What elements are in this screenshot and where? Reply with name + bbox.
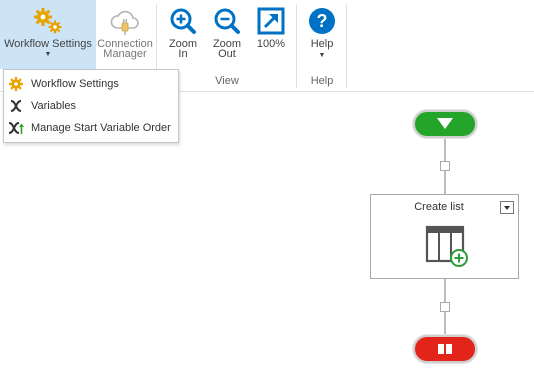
help-label: Help xyxy=(310,38,334,50)
menu-item-manage-start-variable-order[interactable]: Manage Start Variable Order xyxy=(4,117,178,139)
chevron-down-icon xyxy=(504,206,510,210)
connection-manager-button[interactable]: Connection Manager xyxy=(96,0,154,70)
action-menu-button[interactable] xyxy=(500,201,514,214)
menu-item-label: Variables xyxy=(31,100,77,112)
workflow-designer: Workflow Settings ▼ Connection Manager Z… xyxy=(0,0,534,372)
zoom-100-label: 100% xyxy=(256,38,286,50)
workflow-start-node[interactable] xyxy=(413,110,477,138)
workflow-settings-label: Workflow Settings xyxy=(4,38,92,50)
zoom-out-icon xyxy=(211,6,243,36)
group-label-view: View xyxy=(215,75,239,87)
menu-item-label: Manage Start Variable Order xyxy=(31,122,171,134)
chevron-down-icon: ▼ xyxy=(44,51,52,58)
insert-point[interactable] xyxy=(440,161,450,171)
chevron-down-icon: ▼ xyxy=(318,52,326,59)
menu-item-variables[interactable]: Variables xyxy=(4,95,178,117)
svg-text:?: ? xyxy=(317,11,328,31)
zoom-in-label-line2: In xyxy=(178,48,188,60)
stop-icon xyxy=(438,344,452,354)
help-icon: ? xyxy=(306,6,338,36)
group-label-help: Help xyxy=(310,75,334,87)
zoom-out-button[interactable]: Zoom Out xyxy=(205,0,249,70)
action-title: Create list xyxy=(414,201,464,213)
ribbon-separator xyxy=(296,4,297,88)
workflow-settings-button[interactable]: Workflow Settings ▼ xyxy=(0,0,96,69)
insert-point[interactable] xyxy=(440,302,450,312)
connection-manager-label-line2: Manager xyxy=(103,48,147,60)
zoom-in-button[interactable]: Zoom In xyxy=(161,0,205,70)
cloud-plug-icon xyxy=(109,6,141,36)
zoom-reset-icon xyxy=(255,6,287,36)
variable-order-icon xyxy=(8,120,24,136)
variable-x-icon xyxy=(8,98,24,114)
create-list-action[interactable]: Create list xyxy=(370,194,519,279)
create-list-icon xyxy=(425,225,468,267)
zoom-100-button[interactable]: 100% xyxy=(249,0,293,70)
zoom-in-icon xyxy=(167,6,199,36)
zoom-out-label-line2: Out xyxy=(218,48,236,60)
gears-icon xyxy=(32,6,64,36)
menu-item-workflow-settings[interactable]: Workflow Settings xyxy=(4,73,178,95)
workflow-settings-menu: Workflow Settings Variables Manage Start… xyxy=(3,69,179,143)
down-arrow-icon xyxy=(437,118,453,129)
help-button[interactable]: ? Help ▼ xyxy=(300,0,344,70)
gear-icon xyxy=(8,76,24,92)
workflow-stop-node[interactable] xyxy=(413,335,477,363)
menu-item-label: Workflow Settings xyxy=(31,78,119,90)
ribbon-separator xyxy=(346,4,347,88)
